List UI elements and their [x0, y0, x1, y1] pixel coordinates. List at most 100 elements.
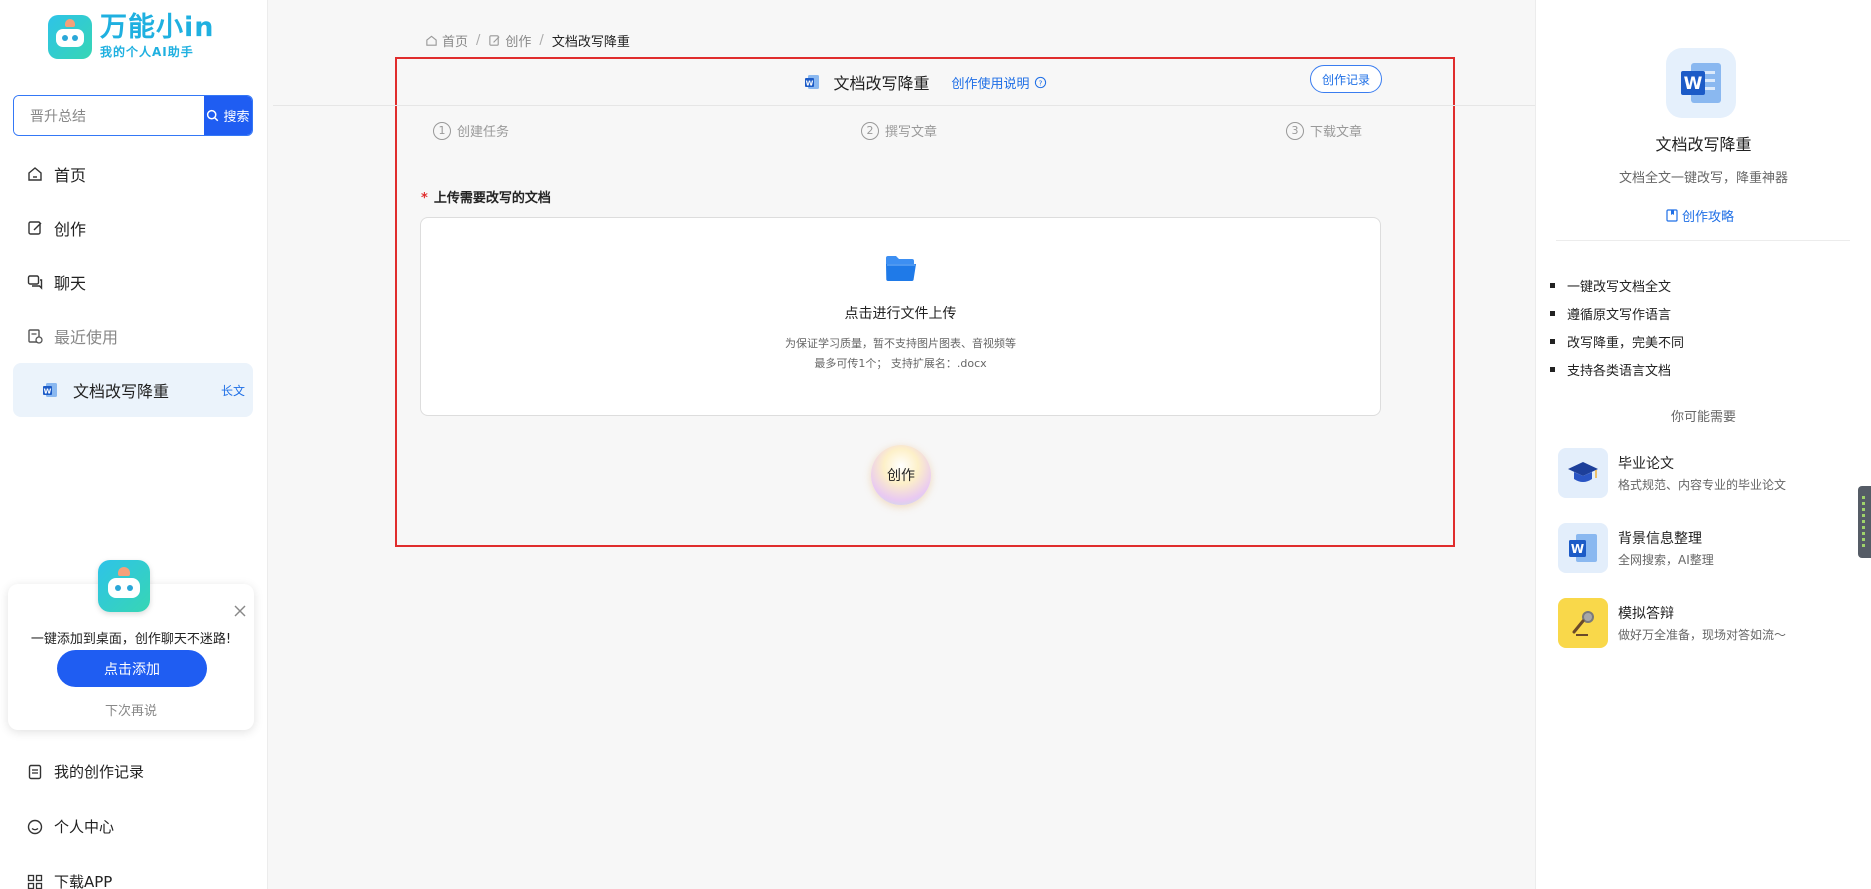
- feature-item: 一键改写文档全文: [1550, 276, 1671, 295]
- book-icon: [1666, 209, 1678, 222]
- folder-icon: [886, 256, 916, 281]
- upload-field-label: * 上传需要改写的文档: [421, 187, 551, 206]
- creation-record-button[interactable]: 创作记录: [1310, 65, 1382, 93]
- divider: [1556, 240, 1850, 241]
- nav-item-my-records[interactable]: 我的创作记录: [26, 761, 144, 782]
- nav-item-download-app-label: 下载APP: [54, 873, 113, 889]
- doc-rewrite-panel: W 文档改写降重 创作使用说明 ? 创作记录 1 创建任务 2 撰写文章 3 下…: [273, 57, 1673, 547]
- edit-icon: [489, 35, 500, 46]
- recent-item-doc-rewrite[interactable]: W 文档改写降重 长文: [13, 363, 253, 417]
- usage-guide-link[interactable]: 创作使用说明 ?: [952, 73, 1047, 92]
- word-doc-icon: W: [1558, 523, 1608, 573]
- create-button[interactable]: 创作: [871, 445, 931, 505]
- microphone-icon: [1558, 598, 1608, 648]
- feature-item: 改写降重，完美不同: [1550, 332, 1684, 351]
- step-create-task: 1 创建任务: [433, 121, 509, 140]
- svg-text:W: W: [806, 79, 814, 87]
- recent-item-label: 文档改写降重: [73, 382, 170, 401]
- step-label: 撰写文章: [885, 125, 938, 140]
- add-to-desktop-button[interactable]: 点击添加: [57, 650, 207, 687]
- search-button-label: 搜索: [223, 110, 250, 125]
- edit-icon: [28, 221, 42, 235]
- panel-title: 文档改写降重: [833, 74, 930, 93]
- graduation-cap-icon: [1558, 448, 1608, 498]
- upload-main-text: 点击进行文件上传: [844, 306, 957, 322]
- search-button[interactable]: 搜索: [204, 96, 252, 135]
- panel-header: W 文档改写降重 创作使用说明 ? 创作记录: [397, 59, 1453, 105]
- search-input[interactable]: [14, 96, 204, 135]
- search-box: 搜索: [13, 95, 253, 136]
- creation-guide-link[interactable]: 创作攻略: [1666, 206, 1734, 225]
- help-icon: ?: [1034, 76, 1046, 88]
- recent-icon: [28, 329, 43, 344]
- svg-text:?: ?: [1038, 78, 1042, 87]
- word-doc-icon: W: [1666, 48, 1736, 118]
- recommend-mock-defense[interactable]: 模拟答辩 做好万全准备，现场对答如流～: [1558, 598, 1786, 648]
- breadcrumb-create[interactable]: 创作: [505, 31, 531, 50]
- header-divider: [273, 105, 1673, 106]
- recommend-thesis[interactable]: 毕业论文 格式规范、内容专业的毕业论文: [1558, 448, 1786, 498]
- promo-text: 一键添加到桌面，创作聊天不迷路!: [30, 632, 232, 647]
- nav-item-personal-center[interactable]: 个人中心: [26, 816, 114, 837]
- required-mark: *: [421, 191, 428, 206]
- chat-icon: [27, 275, 43, 290]
- nav-item-my-records-label: 我的创作记录: [54, 763, 145, 781]
- nav-section-recent: 最近使用: [26, 324, 118, 348]
- creation-guide-label: 创作攻略: [1682, 210, 1735, 225]
- tool-description: 文档全文一键改写，降重神器: [1618, 171, 1788, 186]
- nav-item-chat-label: 聊天: [54, 274, 87, 293]
- upload-label-text: 上传需要改写的文档: [433, 191, 551, 206]
- file-upload-area[interactable]: 点击进行文件上传 为保证学习质量，暂不支持图片图表、音视频等 最多可传1个； 支…: [420, 217, 1381, 416]
- side-widget-tab[interactable]: [1858, 486, 1871, 558]
- step-label: 创建任务: [457, 125, 510, 140]
- upload-hint-extension: 最多可传1个； 支持扩展名：.docx: [814, 357, 987, 370]
- nav-item-create-label: 创作: [54, 220, 87, 239]
- word-doc-icon: W: [805, 75, 820, 89]
- home-icon: [28, 167, 42, 181]
- recommend-title: 背景信息整理: [1618, 531, 1702, 547]
- nav-item-download-app[interactable]: 下载APP: [26, 871, 112, 889]
- recommend-background-info[interactable]: W 背景信息整理 全网搜索，AI整理: [1558, 523, 1714, 573]
- tool-title: 文档改写降重: [1655, 135, 1752, 154]
- tool-info-panel: W 文档改写降重 文档全文一键改写，降重神器 创作攻略 一键改写文档全文 遵循原…: [1535, 0, 1871, 889]
- usage-guide-label: 创作使用说明: [951, 76, 1030, 92]
- step-write-article: 2 撰写文章: [861, 121, 937, 140]
- breadcrumb: 首页 / 创作 / 文档改写降重: [425, 31, 630, 50]
- search-icon: [207, 109, 219, 122]
- home-icon: [426, 35, 437, 46]
- remind-later-link[interactable]: 下次再说: [8, 700, 254, 719]
- step-download-article: 3 下载文章: [1286, 121, 1362, 140]
- robot-mascot-icon: [98, 560, 150, 612]
- recent-item-tag: 长文: [220, 383, 245, 398]
- nav-item-home[interactable]: 首页: [26, 162, 86, 186]
- apps-grid-icon: [27, 874, 43, 889]
- sidebar: 万能小in 我的个人AI助手 搜索 首页 创作 聊天 最近使用 W 文档改写降重…: [0, 0, 268, 889]
- step-number: 3: [1286, 121, 1304, 140]
- svg-text:W: W: [44, 387, 52, 395]
- word-doc-icon: W: [43, 383, 57, 397]
- recommend-title: 模拟答辩: [1618, 606, 1674, 622]
- recommend-subtitle: 格式规范、内容专业的毕业论文: [1618, 478, 1787, 492]
- nav-item-create[interactable]: 创作: [26, 216, 86, 240]
- step-number: 2: [861, 121, 879, 140]
- feature-item: 遵循原文写作语言: [1550, 304, 1671, 323]
- nav-item-chat[interactable]: 聊天: [26, 270, 86, 294]
- breadcrumb-home[interactable]: 首页: [442, 31, 468, 50]
- app-logo[interactable]: 万能小in 我的个人AI助手: [48, 14, 214, 60]
- svg-text:W: W: [1684, 74, 1703, 94]
- upload-hint-quality: 为保证学习质量，暂不支持图片图表、音视频等: [785, 337, 1016, 350]
- recommend-subtitle: 做好万全准备，现场对答如流～: [1618, 628, 1787, 642]
- logo-title: 万能小in: [100, 12, 215, 43]
- svg-text:W: W: [1571, 542, 1584, 556]
- nav-section-recent-label: 最近使用: [54, 328, 119, 347]
- feature-item: 支持各类语言文档: [1550, 360, 1671, 379]
- nav-item-personal-center-label: 个人中心: [54, 818, 115, 836]
- robot-logo-icon: [48, 15, 92, 59]
- logo-subtitle: 我的个人AI助手: [100, 45, 194, 59]
- step-number: 1: [433, 121, 451, 140]
- recommend-title: 毕业论文: [1618, 456, 1674, 472]
- step-label: 下载文章: [1310, 125, 1363, 140]
- close-icon[interactable]: [232, 603, 248, 619]
- nav-item-home-label: 首页: [54, 166, 87, 185]
- breadcrumb-separator: /: [476, 33, 481, 48]
